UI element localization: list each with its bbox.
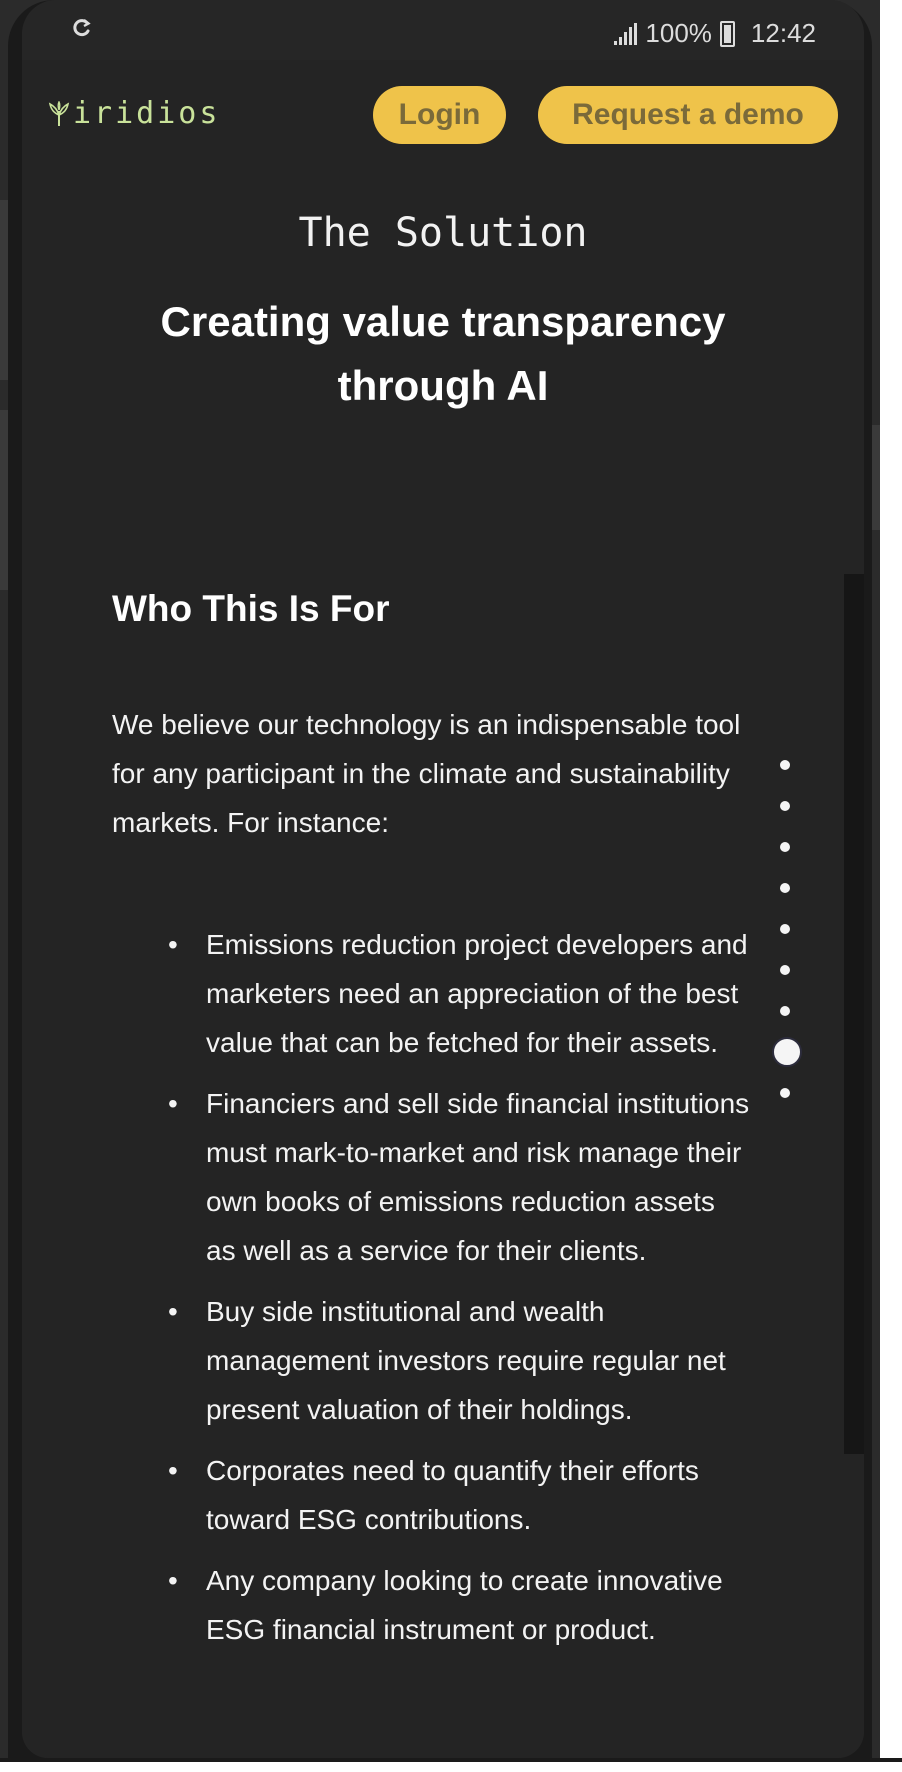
list-item: Corporates need to quantify their effort… — [112, 1446, 752, 1544]
section-dot[interactable] — [780, 842, 790, 852]
request-demo-button[interactable]: Request a demo — [538, 86, 838, 144]
battery-percent: 100% — [645, 18, 712, 48]
section-dot[interactable] — [780, 801, 790, 811]
login-button[interactable]: Login — [373, 86, 506, 144]
leaf-v-icon — [48, 100, 70, 126]
status-time: 12:42 — [750, 18, 816, 48]
navbar: iridios Login Request a demo — [22, 60, 864, 170]
audience-list: Emissions reduction project developers a… — [112, 920, 752, 1666]
bottom-edge — [0, 1758, 902, 1772]
viridios-logo[interactable]: iridios — [48, 96, 220, 131]
web-page: iridios Login Request a demo The Solutio… — [22, 60, 864, 1758]
status-right: 100% 12:42 — [614, 18, 816, 49]
list-item: Emissions reduction project developers a… — [112, 920, 752, 1067]
list-item: Financiers and sell side financial insti… — [112, 1079, 752, 1275]
section-eyebrow: The Solution — [298, 210, 588, 256]
section-dot[interactable] — [780, 883, 790, 893]
section-dot-active[interactable] — [772, 1037, 802, 1067]
reload-icon — [73, 19, 91, 37]
hero-headline: Creating value transparency through AI — [160, 298, 726, 409]
list-item: Any company looking to create innovative… — [112, 1556, 752, 1654]
section-dot[interactable] — [780, 924, 790, 934]
scrollbar[interactable] — [844, 574, 864, 1454]
section-intro: We believe our technology is an indispen… — [112, 709, 741, 838]
section-dot[interactable] — [780, 1088, 790, 1098]
section-dot[interactable] — [780, 1006, 790, 1016]
status-bar: 100% 12:42 — [22, 0, 864, 60]
section-title: Who This Is For — [112, 588, 390, 629]
phone-screen: 100% 12:42 iridios Login Request a demo … — [22, 0, 864, 1758]
phone-side-button — [0, 410, 8, 590]
list-item: Buy side institutional and wealth manage… — [112, 1287, 752, 1434]
battery-icon — [719, 20, 735, 47]
phone-side-button — [0, 200, 8, 380]
section-dot[interactable] — [780, 760, 790, 770]
logo-text: iridios — [73, 96, 221, 131]
section-dot[interactable] — [780, 965, 790, 975]
signal-icon — [614, 22, 638, 45]
phone-power-button — [872, 425, 880, 530]
